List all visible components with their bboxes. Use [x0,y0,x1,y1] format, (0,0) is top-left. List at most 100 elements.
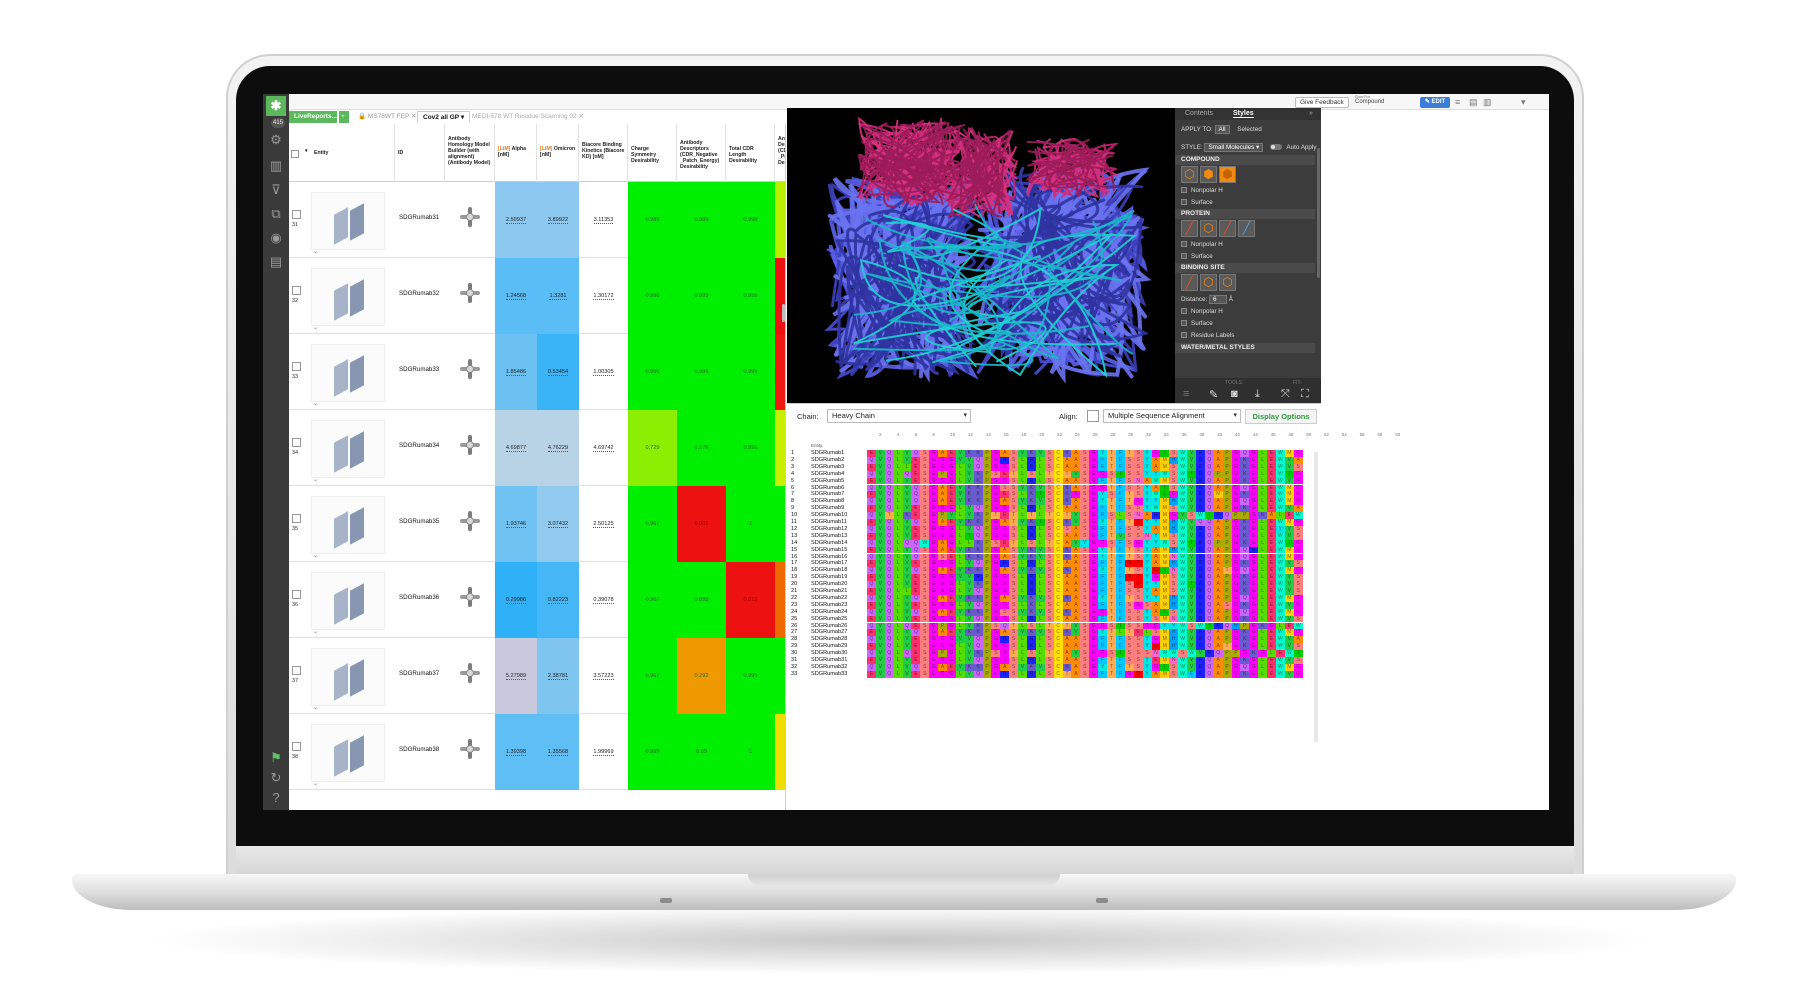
cell-alpha[interactable]: 1.24568 [495,258,537,334]
checkbox[interactable] [1181,332,1187,339]
alignment-row[interactable]: 28 SDGRumab28 Q V Q L V E S G G G V V Q P G R S L R L S C A A S G F T… [787,636,1321,644]
alignment-row[interactable]: 27 SDGRumab27 E V Q L V Q S G A E V K K P G A S V K V S C K V S G Y T… [787,629,1321,637]
column-header-biacore[interactable]: Biacore Binding Kinetics (Biacore KD) [n… [579,124,628,182]
help-icon[interactable]: ? [267,790,285,806]
entity-id[interactable]: SDGRumab33 [399,366,439,373]
app-logo-icon[interactable]: ✱ [266,96,286,116]
antibody-model-icon[interactable] [459,662,481,684]
expand-chevron-icon[interactable]: ⌄ [313,628,318,635]
cell-omicron[interactable]: 4.76229 [537,410,579,486]
antibody-model-icon[interactable] [459,586,481,608]
tab-livereports[interactable]: LiveReports... [289,111,337,123]
column-header-entity[interactable]: Entity [311,124,395,182]
cell-neg[interactable]: 0.898 [677,562,726,638]
cell-cdr[interactable]: 1 [726,486,775,562]
ball-stick-hex-icon[interactable]: ⬡ [1219,274,1236,291]
line-style-icon[interactable]: ╱ [1181,274,1198,291]
molecule-icon[interactable]: ⚙ [267,132,285,148]
cell-neg[interactable]: 0.999 [677,258,726,334]
form-view-icon[interactable]: ▥ [1483,98,1493,107]
wire-hex-icon[interactable]: ⬡ [1200,220,1217,237]
add-tab-button[interactable]: + [339,111,349,123]
cell-pos[interactable]: 0.087 [775,334,785,410]
table-row[interactable]: 34 ⌄ SDGRumab34 4.69877 4.76229 4.69742 0.729 0… [289,410,785,486]
cell-kd[interactable]: 2.50125 [579,486,628,562]
antibody-structure-thumbnail[interactable] [311,268,385,326]
checkbox[interactable] [1181,187,1187,194]
row-checkbox[interactable] [292,514,301,523]
entity-id[interactable]: SDGRumab35 [399,518,439,525]
select-all-checkbox[interactable] [291,150,299,158]
cell-charge[interactable]: 0.996 [628,258,677,334]
compound-nonpolar-h[interactable]: Nonpolar H [1181,187,1223,194]
filled-hex-icon[interactable]: ⬢ [1219,166,1236,183]
protein-3d-viewer[interactable] [787,108,1175,403]
cell-neg[interactable]: 0.996 [677,334,726,410]
cell-cdr[interactable]: 0.996 [726,410,775,486]
cell-kd[interactable]: 1.30172 [579,258,628,334]
cell-omicron[interactable]: 2.38781 [537,638,579,714]
cell-charge[interactable]: 0.999 [628,714,677,790]
expand-chevron-icon[interactable]: ⌄ [313,780,318,787]
alignment-row[interactable]: 16 SDGRumab16 Q V Q L V Q S G S E L K K P G A S V K V S C K A S G Y T… [787,553,1321,561]
alignment-row[interactable]: 19 SDGRumab19 E V Q L V E S G G G V V R P G G S L R L S C A A S G F T… [787,574,1321,582]
cell-charge[interactable]: 0.729 [628,410,677,486]
alignment-row[interactable]: 11 SDGRumab11 E V Q L V Q S G A E V K K P G A T V K I S C K V S G Y T… [787,519,1321,526]
cell-pos[interactable]: 0.995 [775,638,785,714]
cell-neg[interactable]: 0.292 [677,638,726,714]
alignment-row[interactable]: 21 SDGRumab21 E V Q L L E S G G G L V Q P G G S L R L S C A A S G F T… [787,588,1321,595]
alignment-row[interactable]: 25 SDGRumab25 E V Q L V E S G G G L V Q P G G S L R L S C A A S G F T… [787,615,1321,623]
cell-omicron[interactable]: 3.89922 [537,182,579,258]
alignment-row[interactable]: 30 SDGRumab30 Q V Q L Q E S G P G L V K P S G T L S L T C A V S G G S… [787,650,1321,657]
alignment-row[interactable]: 2 SDGRumab2 Q V Q L V E S G G G V V Q P G R S L R L S C A A S G F T F S… [787,456,1321,464]
comment-icon[interactable]: ▤ [267,254,285,270]
tab-cov2-all-gp[interactable]: Cov2 all GP ▾ [417,111,471,123]
table-row[interactable]: 32 ⌄ SDGRumab32 1.24568 1.3281 1.30172 0.996 0.… [289,258,785,334]
ball-stick-hex-icon[interactable]: ⬢ [1200,166,1217,183]
cell-omicron[interactable]: 1.3281 [537,258,579,334]
grid-view-icon[interactable]: ▤ [1469,98,1479,107]
cell-omicron[interactable]: 0.82223 [537,562,579,638]
expand-chevron-icon[interactable]: ⌄ [313,248,318,255]
antibody-model-icon[interactable] [459,738,481,760]
alignment-row[interactable]: 24 SDGRumab24 Q V Q L V Q S G A E V K K P G S S V K V S C K A S G G T… [787,608,1321,616]
cell-alpha[interactable]: 4.69877 [495,410,537,486]
cell-alpha[interactable]: 1.39398 [495,714,537,790]
entity-id[interactable]: SDGRumab31 [399,214,439,221]
eye-icon[interactable]: ◉ [267,230,285,246]
compound-surface[interactable]: Surface [1181,199,1213,206]
antibody-structure-thumbnail[interactable] [311,420,385,478]
alignment-row[interactable]: 7 SDGRumab7 E V Q L V Q S G A E V K K P G E S L K I S C K G S G Y S F T… [787,491,1321,499]
column-header-cdr-length[interactable]: Total CDR Length Desirability [726,124,775,182]
collapse-panel-icon[interactable]: » [1309,110,1313,117]
cell-pos[interactable]: 0.804 [775,410,785,486]
alignment-row[interactable]: 9 SDGRumab9 E V Q L V E S G G G L V Q P G G S L R L S C A A S G F T F S… [787,505,1321,513]
table-row[interactable]: 37 ⌄ SDGRumab37 5.27989 2.38781 3.57223 0.967 0… [289,638,785,714]
alignment-row[interactable]: 23 SDGRumab23 E V Q L V E S G G G L V Q P G G S L K L S C A A S G F T… [787,601,1321,609]
cell-alpha[interactable]: 5.27989 [495,638,537,714]
auto-apply-toggle[interactable] [1269,144,1282,151]
columns-icon[interactable]: ▥ [267,158,285,174]
antibody-model-icon[interactable] [459,510,481,532]
checkbox[interactable] [1181,308,1187,315]
cell-omicron[interactable]: 0.53454 [537,334,579,410]
antibody-model-icon[interactable] [459,434,481,456]
cell-pos[interactable]: 0.642 [775,182,785,258]
column-header-pos-patch[interactable]: Antibody Descriptors (CDR_Positive _Patc… [775,124,785,182]
row-for-selector[interactable]: Row For Compound [1355,94,1384,105]
style-select[interactable]: Small Molecules ▾ [1204,143,1264,152]
row-checkbox[interactable] [292,286,301,295]
table-row[interactable]: 31 ⌄ SDGRumab31 2.50937 3.89922 3.11353 0.985 0… [289,182,785,258]
antibody-structure-thumbnail[interactable] [311,192,385,250]
protein-structure-render[interactable] [787,108,1175,403]
entity-id[interactable]: SDGRumab34 [399,442,439,449]
column-header-omicron[interactable]: [LiM] Omicron [nM] [537,124,579,182]
cell-omicron[interactable]: 1.35568 [537,714,579,790]
camera-icon[interactable]: ◙ [1231,388,1238,400]
cell-charge[interactable]: 0.996 [628,334,677,410]
expand-chevron-icon[interactable]: ⌄ [313,324,318,331]
cell-cdr[interactable]: 1 [726,714,775,790]
table-row[interactable]: 36 ⌄ SDGRumab36 0.29986 0.82223 0.39078 0.967 0… [289,562,785,638]
measure-icon[interactable]: ≡ [1183,388,1189,400]
cell-neg[interactable]: 0.99 [677,714,726,790]
